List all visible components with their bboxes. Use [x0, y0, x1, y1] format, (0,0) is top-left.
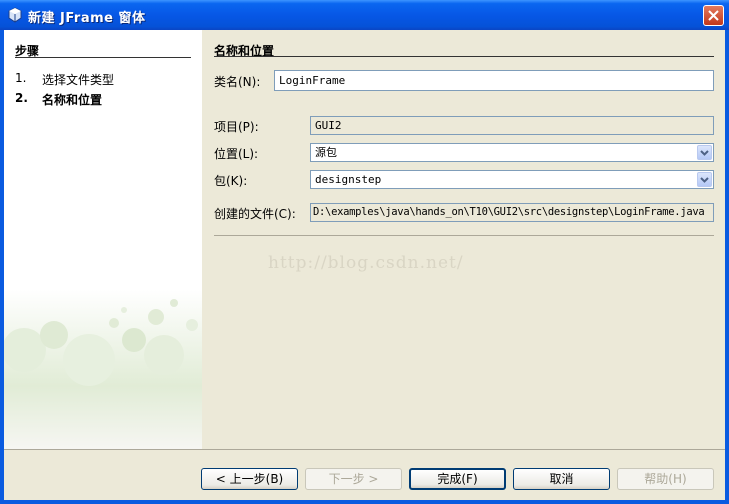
button-bar-divider: [4, 449, 725, 450]
steps-divider: [15, 57, 191, 58]
close-button[interactable]: [703, 5, 724, 26]
location-dropdown-button[interactable]: [697, 145, 712, 160]
watermark: http://blog.csdn.net/: [268, 253, 464, 273]
finish-button[interactable]: 完成(F): [409, 468, 506, 490]
title-divider: [214, 56, 714, 57]
help-button[interactable]: 帮助(H): [617, 468, 714, 490]
created-file-field: D:\examples\java\hands_on\T10\GUI2\src\d…: [310, 203, 714, 222]
project-label: 项目(P):: [214, 120, 259, 134]
decorative-bubbles: [4, 299, 198, 386]
form-divider: [214, 235, 714, 236]
steps-panel: 步骤 1. 选择文件类型 2. 名称和位置: [4, 30, 202, 449]
class-name-label: 类名(N):: [214, 75, 261, 89]
location-label: 位置(L):: [214, 147, 259, 161]
back-button[interactable]: < 上一步(B): [201, 468, 298, 490]
package-dropdown-button[interactable]: [697, 172, 712, 187]
java-cup-icon: [8, 7, 22, 23]
chevron-down-icon: [700, 177, 709, 183]
created-file-label: 创建的文件(C):: [214, 207, 296, 221]
step-label: 选择文件类型: [42, 73, 115, 87]
project-field: GUI2: [310, 116, 714, 135]
cancel-button[interactable]: 取消: [513, 468, 610, 490]
dialog-window: 新建 JFrame 窗体 步骤 1. 选择文件类型 2. 名称和位置 名称和位置…: [0, 0, 729, 504]
title-bar[interactable]: 新建 JFrame 窗体: [0, 0, 729, 30]
package-label: 包(K):: [214, 174, 248, 188]
package-value: designstep: [315, 173, 382, 186]
class-name-input[interactable]: LoginFrame: [274, 70, 714, 91]
location-select[interactable]: 源包: [310, 143, 714, 162]
step-label: 名称和位置: [42, 93, 103, 107]
step-number: 1.: [15, 71, 27, 85]
close-icon: [708, 10, 719, 21]
package-select[interactable]: designstep: [310, 170, 714, 189]
location-value: 源包: [315, 146, 337, 159]
window-title: 新建 JFrame 窗体: [28, 11, 146, 26]
chevron-down-icon: [700, 150, 709, 156]
next-button[interactable]: 下一步 >: [305, 468, 402, 490]
step-number: 2.: [15, 91, 28, 105]
